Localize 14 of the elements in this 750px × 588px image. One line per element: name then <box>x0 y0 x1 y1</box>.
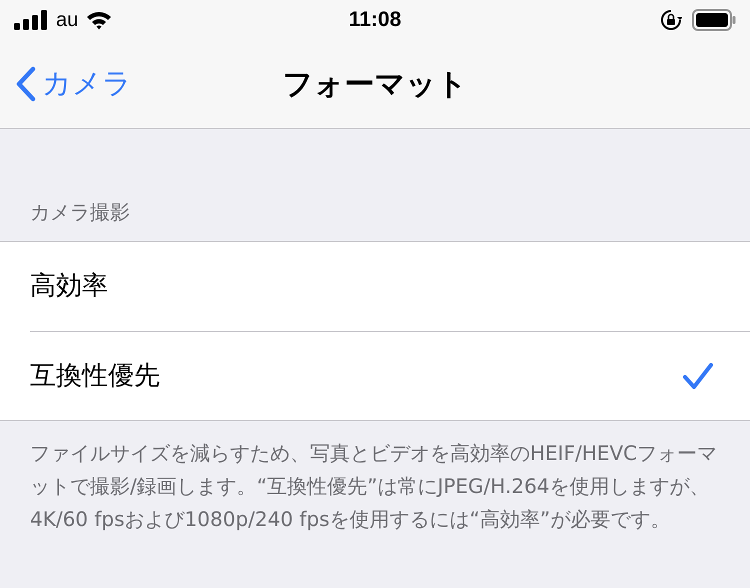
battery-icon <box>692 9 736 31</box>
wifi-icon <box>86 10 112 30</box>
back-chevron-icon <box>16 66 36 102</box>
back-button[interactable]: カメラ <box>16 62 132 106</box>
section-header: カメラ撮影 <box>29 199 131 226</box>
checkmark-icon <box>682 362 714 390</box>
signal-icon <box>14 10 48 30</box>
rotation-lock-icon <box>660 9 682 31</box>
option-row[interactable]: 高効率 <box>30 242 750 331</box>
option-row[interactable]: 互換性優先 <box>30 331 750 420</box>
section-footer: ファイルサイズを減らすため、写真とビデオを高効率のHEIF/HEVCフォーマットで撮影/録画します。“互換性優先”は常にJPEG/H.264を使用しますが、4K/60 fpsおよび1080p/240 fpsを使用するには“高効率”が必要です。 <box>0 421 750 536</box>
page-title: フォーマット <box>282 66 468 104</box>
status-time: 11:08 <box>348 7 402 34</box>
carrier-name: au <box>56 8 78 33</box>
